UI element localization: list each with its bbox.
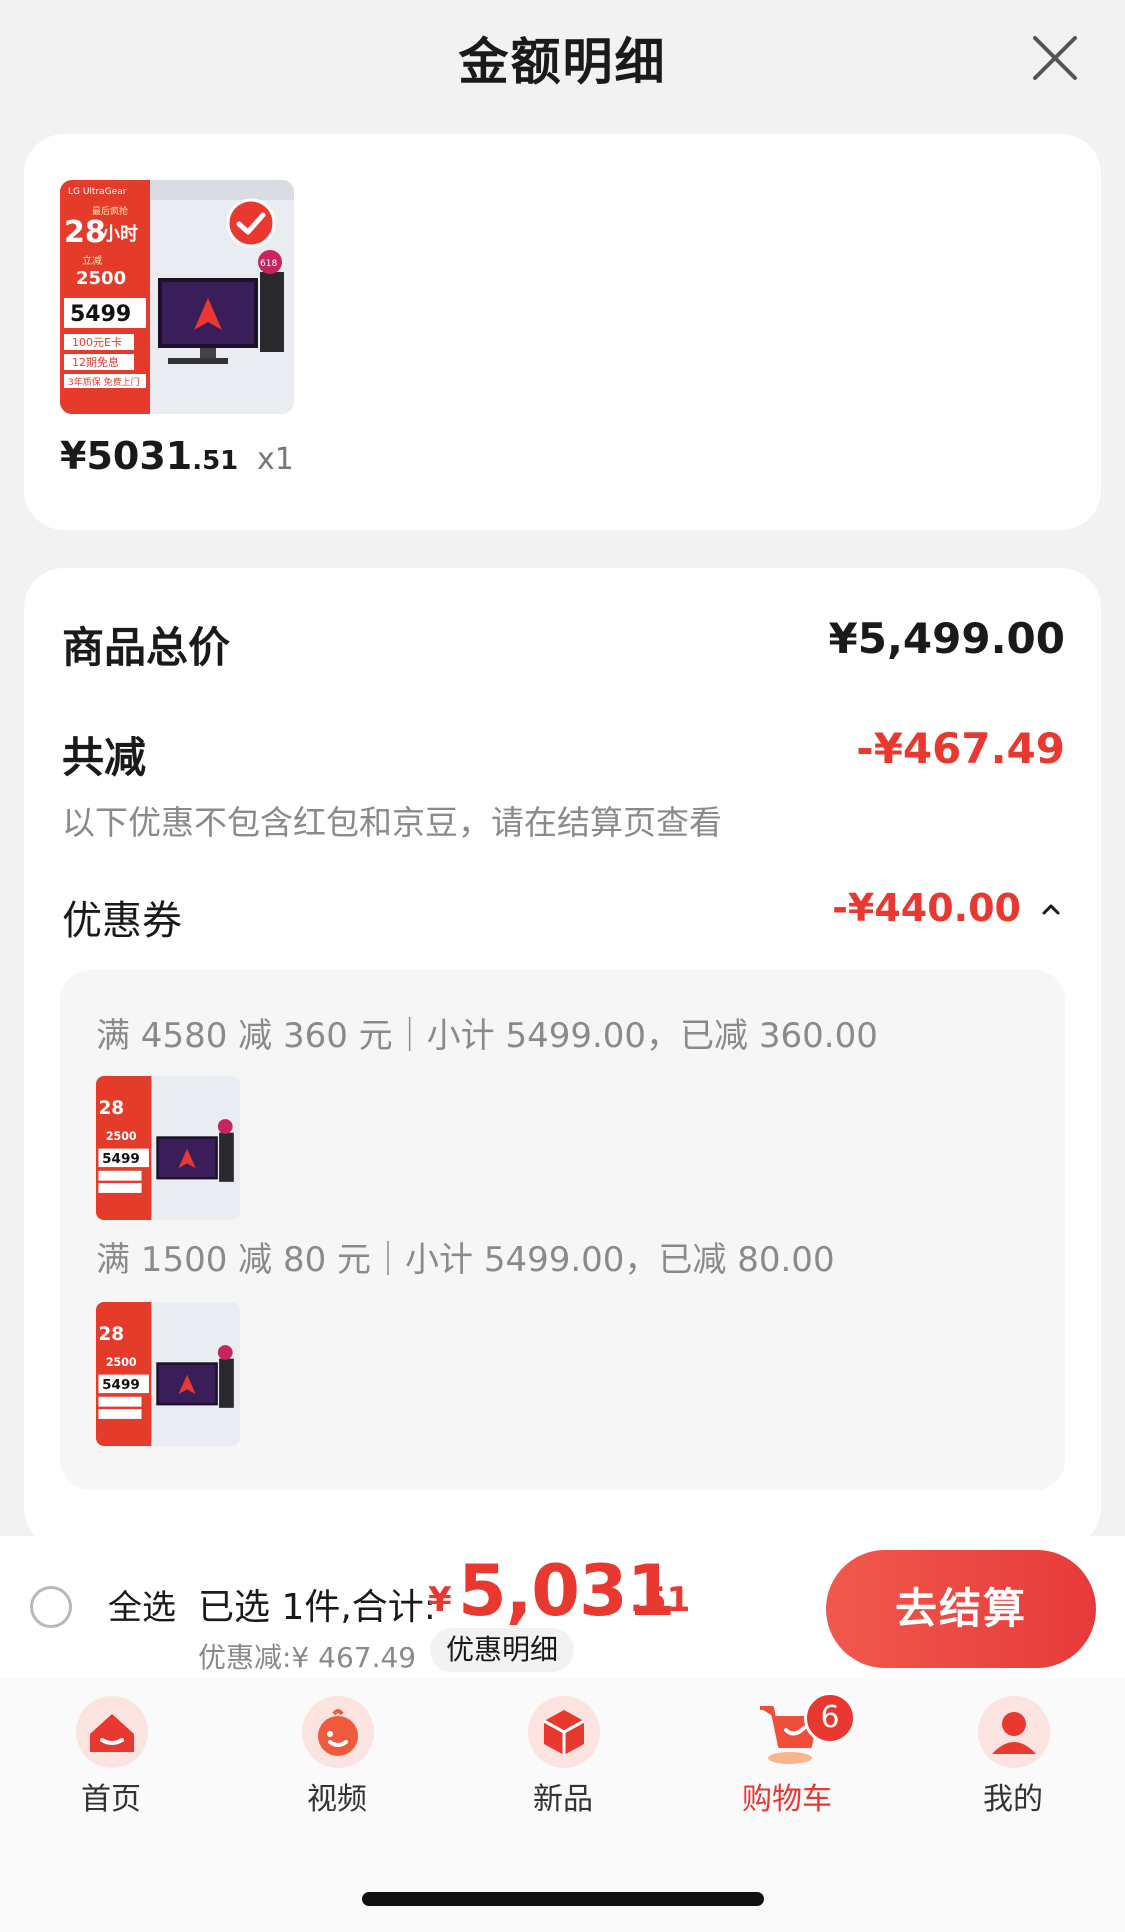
page-title: 金额明细: [458, 33, 667, 91]
coupon-product-thumbnail[interactable]: 28 2500 5499: [96, 1076, 240, 1220]
tab-label: 我的: [983, 1782, 1043, 1817]
tab-label: 首页: [81, 1782, 141, 1817]
tab-label: 新品: [533, 1782, 593, 1817]
new-products-icon: [528, 1696, 600, 1768]
tab-video[interactable]: 视频: [262, 1694, 412, 1817]
product-image-perk1: 100元E卡: [72, 336, 122, 349]
product-image-discount-amount: 2500: [76, 268, 126, 289]
tab-profile[interactable]: 我的: [938, 1694, 1088, 1817]
sheet-header: 金额明细: [0, 0, 1125, 120]
total-label: 商品总价: [62, 623, 231, 672]
home-indicator: [362, 1892, 764, 1906]
product-card: LG UltraGear 最后疯抢 28 小时 立减 2500 5499 100…: [24, 134, 1101, 530]
total-currency: ¥: [428, 1580, 452, 1620]
product-image-hours: 28: [64, 215, 106, 250]
tab-label: 购物车: [742, 1782, 832, 1817]
tab-label: 视频: [307, 1782, 367, 1817]
coupon-rule: 满 4580 减 360 元｜小计 5499.00，已减 360.00: [96, 1016, 878, 1056]
product-thumbnail[interactable]: LG UltraGear 最后疯抢 28 小时 立减 2500 5499 100…: [60, 180, 294, 414]
video-icon: [302, 1696, 374, 1768]
close-icon[interactable]: [1027, 30, 1083, 86]
product-image-hours: 28: [98, 1324, 124, 1345]
product-image-hours: 28: [98, 1098, 124, 1119]
coupon-list: 满 4580 减 360 元｜小计 5499.00，已减 360.00 28 2…: [60, 970, 1065, 1490]
product-image-discount-amount: 2500: [106, 1130, 137, 1143]
total-amount-decimal: .51: [630, 1580, 691, 1620]
coupon-label[interactable]: 优惠券: [62, 888, 182, 946]
reduce-label: 共减: [62, 733, 147, 782]
product-image-brand: LG UltraGear: [68, 187, 127, 197]
discount-summary: 优惠减:¥ 467.49: [198, 1641, 417, 1674]
tab-cart[interactable]: 6 购物车: [712, 1692, 862, 1817]
product-image-badge: 618: [260, 259, 277, 269]
product-price: ¥5031.51: [60, 434, 238, 478]
product-quantity: x1: [257, 442, 294, 477]
product-image-price: 5499: [102, 1377, 140, 1393]
select-all-label[interactable]: 全选: [108, 1580, 176, 1629]
tab-home[interactable]: 首页: [36, 1694, 186, 1817]
coupon-value[interactable]: -¥440.00: [832, 886, 1021, 930]
product-price-int: ¥5031: [60, 434, 193, 478]
coupon-rule: 满 1500 减 80 元｜小计 5499.00，已减 80.00: [96, 1240, 835, 1280]
cart-badge: 6: [804, 1692, 856, 1744]
select-all-radio[interactable]: [30, 1586, 72, 1628]
product-image-discount-tag: 立减: [82, 254, 102, 267]
discount-note: 以下优惠不包含红包和京豆，请在结算页查看: [62, 803, 722, 842]
product-image-hours-unit: 小时: [102, 224, 138, 245]
selected-info: 已选 1件,合计:: [198, 1587, 436, 1628]
price-detail-card: 商品总价 ¥5,499.00 共减 -¥467.49 以下优惠不包含红包和京豆，…: [24, 568, 1101, 1548]
discount-detail-button[interactable]: 优惠明细: [430, 1628, 575, 1672]
product-image-perk2: 12期免息: [72, 355, 119, 369]
product-image-price: 5499: [70, 302, 131, 327]
coupon-product-thumbnail[interactable]: 28 2500 5499: [96, 1302, 240, 1446]
product-image-price: 5499: [102, 1151, 140, 1167]
product-image: 28 2500 5499: [96, 1302, 240, 1446]
reduce-value: -¥467.49: [856, 724, 1065, 773]
product-price-dec: .51: [192, 446, 239, 476]
total-value: ¥5,499.00: [828, 614, 1065, 663]
product-image: 28 2500 5499: [96, 1076, 240, 1220]
product-image-discount-amount: 2500: [106, 1356, 137, 1369]
profile-icon: [978, 1696, 1050, 1768]
chevron-up-icon[interactable]: [1039, 898, 1063, 922]
checkout-bar: 全选 已选 1件,合计: ¥ 5,031 .51 优惠减:¥ 467.49 优惠…: [0, 1536, 1125, 1678]
selected-check-icon: [226, 198, 276, 248]
tab-new-products[interactable]: 新品: [488, 1694, 638, 1817]
checkout-button[interactable]: 去结算: [826, 1550, 1096, 1668]
home-icon: [76, 1696, 148, 1768]
product-image-perk3: 3年质保 免费上门: [68, 376, 140, 388]
